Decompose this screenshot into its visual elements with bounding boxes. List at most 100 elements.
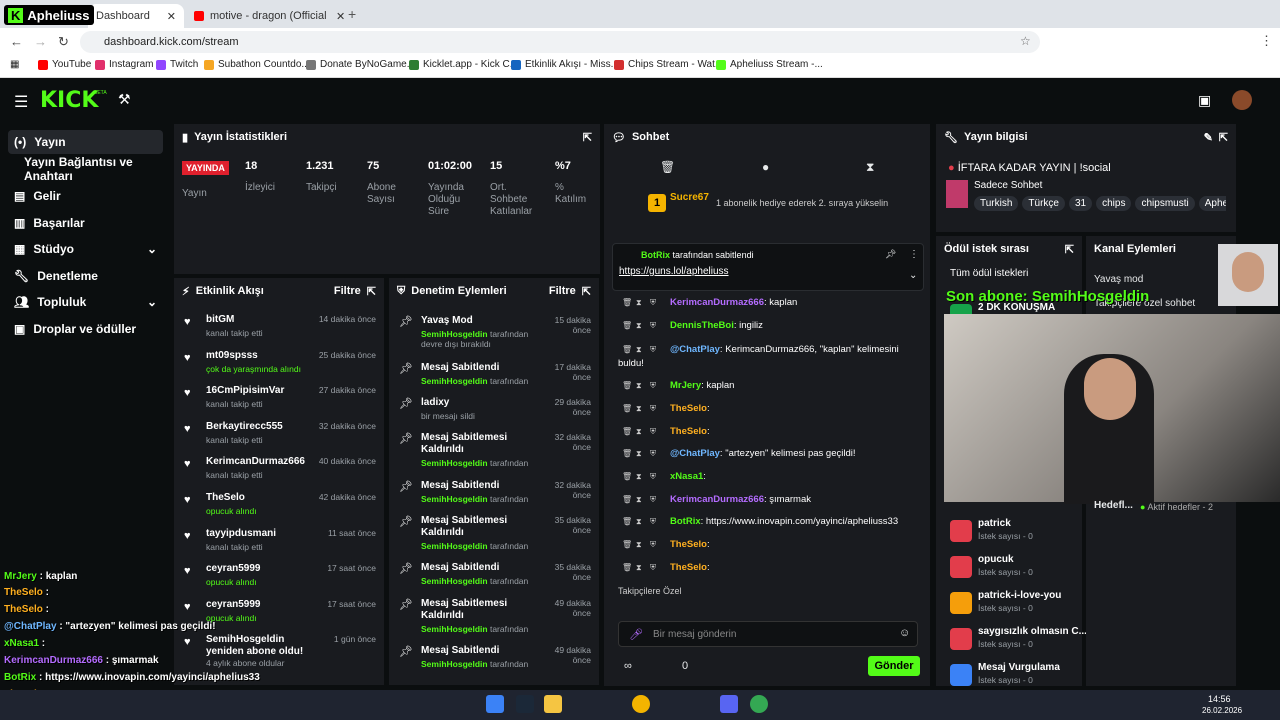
trash-icon[interactable]: 🗑︎	[622, 345, 636, 354]
trash-icon[interactable]: 🗑︎	[660, 160, 675, 174]
gift-user[interactable]: Sucre67	[670, 192, 709, 203]
tab-youtube[interactable]: motive - dragon (Official Music✕	[186, 4, 364, 28]
bookmark-etkinlik[interactable]: Etkinlik Akışı - Miss...	[511, 59, 619, 70]
timeout-icon[interactable]: ⧗	[636, 381, 650, 391]
list-item[interactable]: ♥ KerimcanDurmaz666 kanalı takip etti 40 da…	[184, 454, 378, 488]
filter-button[interactable]: Filtre	[549, 285, 576, 297]
sidebar-item-yayin[interactable]: (•) Yayın	[8, 130, 163, 154]
expand-icon[interactable]: ⇱	[582, 285, 591, 298]
new-tab-icon[interactable]: +	[348, 6, 356, 22]
apps-icon[interactable]: ▦	[10, 59, 19, 70]
star-icon[interactable]: ☆	[1020, 34, 1031, 48]
shield-icon[interactable]: ⛨	[650, 298, 664, 308]
trash-icon[interactable]: 🗑︎	[622, 495, 636, 504]
shield-icon[interactable]: ⛨	[650, 495, 664, 505]
list-item[interactable]: ♥ Berkaytirecc555 kanalı takip etti 32 daki…	[184, 419, 378, 453]
chat-username[interactable]: KerimcanDurmaz666	[670, 297, 764, 308]
list-item[interactable]: 📌︎ Mesaj Sabitlemesi Kaldırıldı SemihHosge…	[399, 430, 593, 468]
timeout-icon[interactable]: ⧗	[636, 321, 650, 331]
reward-item[interactable]: saygısızlık olmasın C... İstek sayısı - 0	[950, 626, 1087, 650]
chrome-icon[interactable]	[750, 695, 768, 713]
filter-button[interactable]: Filtre	[334, 285, 361, 297]
timeout-icon[interactable]: ⧗	[636, 404, 650, 414]
start-icon[interactable]	[486, 695, 504, 713]
chat-username[interactable]: TheSelo	[670, 562, 707, 573]
hamburger-icon[interactable]: ☰	[14, 92, 28, 112]
close-icon[interactable]: ✕	[167, 10, 176, 23]
mic-icon[interactable]: 🎤︎	[629, 628, 643, 641]
trash-icon[interactable]: 🗑︎	[622, 563, 636, 572]
trash-icon[interactable]: 🗑︎	[622, 298, 636, 307]
all-rewards-link[interactable]: Tüm ödül istekleri	[950, 268, 1028, 279]
sidebar-item-topluluk[interactable]: 👥︎ Topluluk ⌄	[8, 290, 163, 314]
chat-input[interactable]: 🎤︎ Bir mesaj gönderin ☺	[618, 621, 918, 647]
bookmark-instagram[interactable]: Instagram	[95, 59, 153, 70]
kick-logo[interactable]: KICK	[40, 88, 98, 113]
shield-icon[interactable]: ⛨	[650, 472, 664, 482]
chat-username[interactable]: BotRix	[670, 516, 701, 527]
trash-icon[interactable]: 🗑︎	[622, 540, 636, 549]
chat-username[interactable]: DennisTheBoi	[670, 320, 734, 331]
sidebar-item-basarilar[interactable]: ▥ Başarılar	[8, 211, 163, 235]
sidebar-item-stream-key[interactable]: Yayın Bağlantısı ve Anahtarı	[8, 155, 163, 183]
reward-item[interactable]: patrick İstek sayısı - 0	[950, 518, 1080, 542]
avatar[interactable]	[1232, 90, 1252, 110]
reload-icon[interactable]: ↻	[58, 34, 69, 50]
expand-icon[interactable]: ⇱	[1219, 131, 1228, 144]
trash-icon[interactable]: 🗑︎	[622, 427, 636, 436]
list-item[interactable]: 📌︎ Mesaj Sabitlemesi Kaldırıldı SemihHosge…	[399, 513, 593, 551]
trash-icon[interactable]: 🗑︎	[622, 517, 636, 526]
expand-icon[interactable]: ⇱	[1065, 243, 1074, 256]
bookmark-twitch[interactable]: Twitch	[156, 59, 198, 70]
shield-icon[interactable]: ⛨	[650, 345, 664, 355]
list-item[interactable]: ♥ TheSelo opucuk alındı 42 dakika önce	[184, 490, 378, 524]
sidebar-item-studyo[interactable]: ▦ Stüdyo ⌄	[8, 237, 163, 261]
pinned-link[interactable]: https://guns.lol/apheliuss	[619, 266, 729, 277]
shield-icon[interactable]: ⛨	[650, 404, 664, 414]
expand-icon[interactable]: ⇱	[367, 285, 376, 298]
chat-username[interactable]: @ChatPlay	[670, 448, 720, 459]
list-item[interactable]: ♥ bitGM kanalı takip etti 14 dakika önce	[184, 312, 378, 346]
bookmark-youtube[interactable]: YouTube	[38, 59, 91, 70]
shield-icon[interactable]: ⛨	[650, 540, 664, 550]
list-item[interactable]: 📌︎ ladixy bir mesajı sildi 29 dakika önce	[399, 395, 593, 431]
chat-username[interactable]: TheSelo	[670, 539, 707, 550]
sidebar-item-droplar[interactable]: ▣ Droplar ve ödüller	[8, 317, 163, 341]
emoji-icon[interactable]: ☺	[899, 627, 910, 639]
tag[interactable]: Türkçe	[1022, 196, 1065, 211]
forward-icon[interactable]: →	[34, 34, 47, 49]
reward-item[interactable]: patrick-i-love-you İstek sayısı - 0	[950, 590, 1080, 614]
trash-icon[interactable]: 🗑︎	[622, 449, 636, 458]
list-item[interactable]: 📌︎ Mesaj Sabitlendi SemihHosgeldin tarafın…	[399, 643, 593, 679]
trash-icon[interactable]: 🗑︎	[622, 321, 636, 330]
chevron-down-icon[interactable]: ⌄	[909, 270, 917, 281]
list-item[interactable]: ♥ ceyran5999 opucuk alındı 17 saat önce	[184, 561, 378, 595]
chrome-icon[interactable]	[632, 695, 650, 713]
chat-username[interactable]: @ChatPlay	[670, 344, 720, 355]
tab-dashboard[interactable]: Dashboard ✕	[88, 4, 184, 28]
list-item[interactable]: 📌︎ Mesaj Sabitlendi SemihHosgeldin tarafın…	[399, 360, 593, 396]
chat-username[interactable]: MrJery	[670, 380, 701, 391]
tools-icon[interactable]: ⚒	[118, 91, 131, 108]
sidebar-item-gelir[interactable]: ▤ Gelir	[8, 184, 163, 208]
list-item[interactable]: 📌︎ Yavaş Mod SemihHosgeldin tarafından dev…	[399, 313, 593, 349]
hourglass-icon[interactable]: ⧗	[866, 160, 874, 175]
discord-icon[interactable]	[720, 695, 738, 713]
send-button[interactable]: Gönder	[868, 656, 920, 676]
sidebar-item-denetleme[interactable]: 🔧︎ Denetleme	[8, 264, 163, 288]
timeout-icon[interactable]: ⧗	[636, 449, 650, 459]
tag[interactable]: Turkish	[974, 196, 1019, 211]
tag[interactable]: chips	[1096, 196, 1132, 211]
timeout-icon[interactable]: ⧗	[636, 472, 650, 482]
steam-icon[interactable]	[516, 695, 534, 713]
more-icon[interactable]: ⋮	[909, 249, 919, 260]
expand-icon[interactable]: ⇱	[583, 131, 592, 144]
chat-username[interactable]: TheSelo	[670, 403, 707, 414]
list-item[interactable]: ♥ SemihHosgeldin yeniden abone oldu! 4 ayl…	[184, 632, 378, 668]
timeout-icon[interactable]: ⧗	[636, 345, 650, 355]
list-item[interactable]: 📌︎ Mesaj Sabitlendi SemihHosgeldin tarafın…	[399, 478, 593, 514]
shield-icon[interactable]: ⛨	[650, 517, 664, 527]
list-item[interactable]: ♥ mt09spsss çok da yaraşmında alındı 25 dak…	[184, 348, 378, 382]
trash-icon[interactable]: 🗑︎	[622, 381, 636, 390]
timeout-icon[interactable]: ⧗	[636, 495, 650, 505]
